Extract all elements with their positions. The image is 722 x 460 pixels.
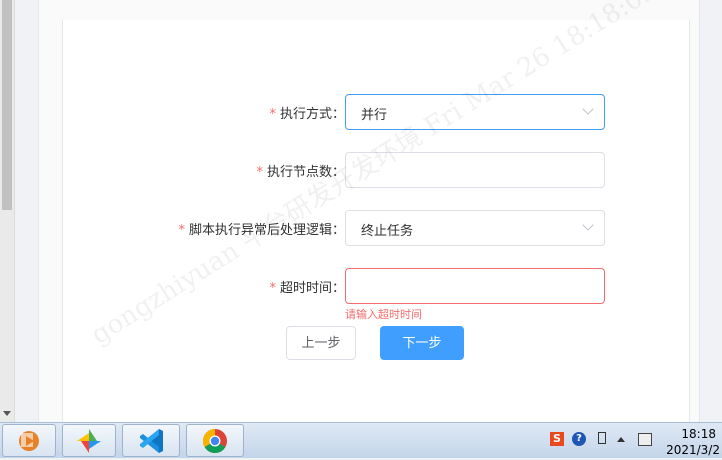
next-step-button[interactable]: 下一步	[380, 326, 464, 360]
timeout-error-message: 请输入超时时间	[345, 308, 422, 321]
pinwheel-app-icon	[77, 429, 101, 453]
scroll-down-arrow-icon[interactable]	[3, 411, 11, 416]
taskbar-pinwheel-app[interactable]	[62, 424, 116, 457]
action-center-icon[interactable]	[638, 433, 652, 446]
exec-mode-label: * 执行方式：	[269, 107, 345, 122]
help-icon[interactable]: ?	[572, 432, 586, 446]
required-mark: *	[269, 281, 276, 296]
exec-mode-value: 并行	[361, 108, 388, 123]
timeout-label: * 超时时间：	[269, 281, 345, 296]
form-row-timeout: * 超时时间： 请输入超时时间	[63, 268, 689, 321]
required-mark: *	[178, 223, 185, 238]
taskbar: S ? 18:18 2021/3/2	[0, 422, 722, 458]
scrollbar-thumb[interactable]	[2, 0, 12, 210]
chevron-down-icon	[582, 219, 594, 231]
node-count-label: * 执行节点数：	[256, 165, 345, 180]
clock-date[interactable]: 2021/3/2	[666, 443, 720, 457]
prev-step-button[interactable]: 上一步	[286, 326, 356, 360]
show-hidden-icons-icon[interactable]	[617, 437, 625, 442]
taskbar-chrome[interactable]	[186, 424, 244, 457]
timeout-input[interactable]	[345, 268, 605, 304]
chevron-down-icon	[582, 103, 594, 115]
error-handling-value: 终止任务	[361, 224, 414, 239]
clock-time[interactable]: 18:18	[681, 427, 716, 441]
chrome-icon	[202, 429, 227, 454]
media-player-icon	[19, 431, 39, 451]
node-count-input[interactable]	[345, 152, 605, 188]
form-panel: * 执行方式： 并行 * 执行节点数： * 脚本执行异常后处理逻辑： 终止任务 * 超时…	[62, 0, 722, 422]
taskbar-vscode[interactable]	[122, 424, 180, 457]
required-mark: *	[256, 165, 263, 180]
error-handling-label: * 脚本执行异常后处理逻辑：	[178, 223, 345, 238]
vscode-icon	[140, 429, 163, 453]
form-row-node-count: * 执行节点数：	[63, 152, 689, 188]
form-row-error-handling: * 脚本执行异常后处理逻辑： 终止任务	[63, 210, 689, 246]
taskbar-media-player[interactable]	[2, 424, 56, 457]
ime-sogou-icon[interactable]: S	[550, 432, 564, 446]
error-handling-select[interactable]: 终止任务	[345, 210, 605, 246]
vertical-scrollbar[interactable]	[0, 0, 15, 422]
required-mark: *	[269, 107, 276, 122]
exec-mode-select[interactable]: 并行	[345, 94, 605, 130]
form-row-exec-mode: * 执行方式： 并行	[63, 94, 689, 130]
network-icon[interactable]	[598, 432, 606, 444]
